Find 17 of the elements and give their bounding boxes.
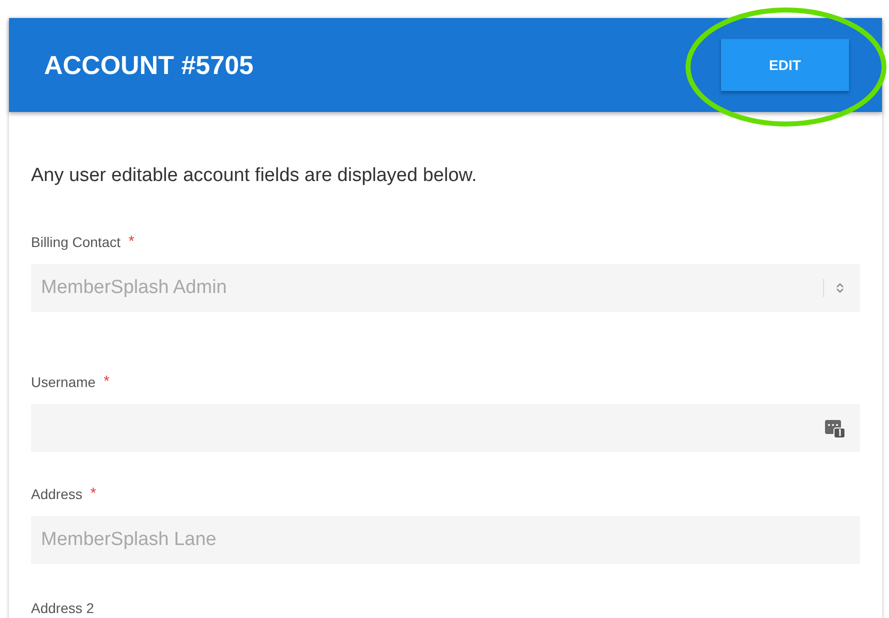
select-field[interactable]: MemberSplash Admin [31, 264, 860, 312]
required-asterisk: * [104, 372, 110, 392]
field-label: Billing Contact [31, 232, 120, 252]
input-field[interactable]: MemberSplash Lane [31, 516, 860, 564]
password-manager-icon[interactable] [824, 417, 846, 439]
field-value: MemberSplash Lane [41, 528, 216, 552]
field-label: Username [31, 372, 96, 392]
edit-button[interactable]: EDIT [721, 39, 849, 91]
card-title: ACCOUNT #5705 [44, 48, 254, 82]
input-field[interactable] [31, 404, 860, 452]
intro-text: Any user editable account fields are displayed below. [31, 164, 478, 188]
sort-arrows-icon [836, 282, 844, 294]
required-asterisk: * [128, 232, 134, 252]
field-label: Address [31, 484, 82, 504]
required-asterisk: * [90, 484, 96, 504]
field-label: Address 2 [31, 598, 94, 618]
field-value: MemberSplash Admin [41, 276, 228, 300]
